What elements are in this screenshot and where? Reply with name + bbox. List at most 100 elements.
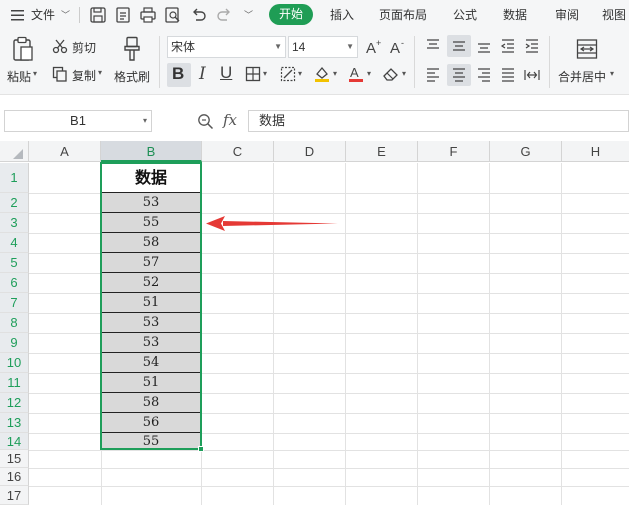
borders-icon[interactable] <box>245 66 261 82</box>
font-size-select[interactable]: 14 ▼ <box>288 36 358 58</box>
justify-icon[interactable] <box>500 67 516 83</box>
row-header-2[interactable]: 2 <box>0 193 29 213</box>
copy-dropdown-icon[interactable]: ▾ <box>98 68 102 77</box>
align-middle-icon[interactable] <box>451 38 467 54</box>
cell-b4[interactable]: 58 <box>101 233 201 253</box>
merge-center-button[interactable]: 合并居中 <box>558 68 606 85</box>
align-top-icon[interactable] <box>425 38 441 54</box>
print-icon[interactable] <box>139 6 157 24</box>
undo-icon[interactable] <box>190 6 208 24</box>
clear-format-icon[interactable] <box>382 66 400 82</box>
column-header-d[interactable]: D <box>274 141 346 162</box>
file-menu-chevron-icon[interactable]: ﹀ <box>61 0 70 30</box>
borders-dropdown-icon[interactable]: ▾ <box>263 69 267 78</box>
merge-center-icon[interactable] <box>576 38 598 60</box>
italic-icon[interactable]: I <box>199 64 206 84</box>
save-icon[interactable] <box>89 6 107 24</box>
cell-b12[interactable]: 58 <box>101 393 201 413</box>
increase-font-size-icon[interactable]: A + <box>365 38 383 56</box>
row-header-14[interactable]: 14 <box>0 433 29 450</box>
cell-b8[interactable]: 53 <box>101 313 201 333</box>
bold-icon[interactable]: B <box>172 64 184 84</box>
decrease-font-size-icon[interactable]: A - <box>389 38 407 56</box>
copy-button[interactable]: 复制 <box>72 67 96 84</box>
export-pdf-icon[interactable] <box>114 6 132 24</box>
row-header-15[interactable]: 15 <box>0 450 29 468</box>
row-header-7[interactable]: 7 <box>0 293 29 313</box>
row-header-5[interactable]: 5 <box>0 253 29 273</box>
row-header-6[interactable]: 6 <box>0 273 29 293</box>
row-header-11[interactable]: 11 <box>0 373 29 393</box>
cell-b5[interactable]: 57 <box>101 253 201 273</box>
cell-b9[interactable]: 53 <box>101 333 201 353</box>
cell-b10[interactable]: 54 <box>101 353 201 373</box>
cell-b2[interactable]: 53 <box>101 193 201 213</box>
paste-button[interactable]: 粘贴 <box>7 68 31 85</box>
tab-page-layout[interactable]: 页面布局 <box>379 0 427 30</box>
column-header-f[interactable]: F <box>418 141 490 162</box>
merge-center-dropdown-icon[interactable]: ▾ <box>610 69 614 78</box>
tab-data[interactable]: 数据 <box>503 0 527 30</box>
fill-handle[interactable] <box>198 446 204 452</box>
fill-color-icon[interactable] <box>313 65 331 83</box>
font-name-select[interactable]: 宋体 ▼ <box>167 36 286 58</box>
fill-pattern-dropdown-icon[interactable]: ▾ <box>298 69 302 78</box>
underline-icon[interactable]: U <box>220 63 232 83</box>
column-header-g[interactable]: G <box>490 141 562 162</box>
distributed-align-icon[interactable] <box>524 67 540 83</box>
name-box[interactable]: B1 ▾ <box>4 110 152 132</box>
fill-pattern-icon[interactable] <box>280 66 296 82</box>
column-header-b[interactable]: B <box>101 141 202 162</box>
cut-button[interactable]: 剪切 <box>72 39 96 56</box>
tab-review[interactable]: 审阅 <box>555 0 579 30</box>
fill-color-dropdown-icon[interactable]: ▾ <box>333 69 337 78</box>
format-painter-button[interactable]: 格式刷 <box>114 68 150 85</box>
cell-b13[interactable]: 56 <box>101 413 201 433</box>
cell-b3[interactable]: 55 <box>101 213 201 233</box>
cell-b11[interactable]: 51 <box>101 373 201 393</box>
font-color-icon[interactable]: A <box>347 65 365 83</box>
row-header-8[interactable]: 8 <box>0 313 29 333</box>
row-header-1[interactable]: 1 <box>0 163 29 193</box>
align-left-icon[interactable] <box>425 67 441 83</box>
row-header-17[interactable]: 17 <box>0 486 29 505</box>
tab-view[interactable]: 视图 <box>602 0 626 30</box>
paste-dropdown-icon[interactable]: ▾ <box>33 69 37 78</box>
cell-b6[interactable]: 52 <box>101 273 201 293</box>
copy-icon[interactable] <box>52 66 68 82</box>
cell-b7[interactable]: 51 <box>101 293 201 313</box>
increase-indent-icon[interactable] <box>524 38 540 54</box>
tab-home[interactable]: 开始 <box>269 4 313 25</box>
align-center-icon[interactable] <box>451 67 467 83</box>
cell-b14[interactable]: 55 <box>101 433 201 450</box>
formula-input[interactable]: 数据 <box>248 110 629 132</box>
row-header-3[interactable]: 3 <box>0 213 29 233</box>
file-menu[interactable]: 文件 <box>31 0 55 30</box>
clear-format-dropdown-icon[interactable]: ▾ <box>402 69 406 78</box>
decrease-indent-icon[interactable] <box>500 38 516 54</box>
print-preview-icon[interactable] <box>164 6 182 24</box>
tab-insert[interactable]: 插入 <box>330 0 354 30</box>
font-size-dropdown-icon[interactable]: ▼ <box>346 37 354 57</box>
row-header-10[interactable]: 10 <box>0 353 29 373</box>
column-header-e[interactable]: E <box>346 141 418 162</box>
function-fx-icon[interactable]: fx <box>223 111 237 129</box>
row-header-9[interactable]: 9 <box>0 333 29 353</box>
row-header-13[interactable]: 13 <box>0 413 29 433</box>
column-header-c[interactable]: C <box>202 141 274 162</box>
row-header-12[interactable]: 12 <box>0 393 29 413</box>
paste-icon[interactable] <box>12 36 34 62</box>
name-box-dropdown-icon[interactable]: ▾ <box>143 111 147 131</box>
align-right-icon[interactable] <box>476 67 492 83</box>
font-color-dropdown-icon[interactable]: ▾ <box>367 69 371 78</box>
format-painter-icon[interactable] <box>122 36 142 62</box>
font-name-dropdown-icon[interactable]: ▼ <box>274 37 282 57</box>
row-header-4[interactable]: 4 <box>0 233 29 253</box>
scissors-icon[interactable] <box>52 38 68 54</box>
align-bottom-icon[interactable] <box>476 38 492 54</box>
quick-access-dropdown-icon[interactable]: ﹀ <box>244 0 253 30</box>
row-header-16[interactable]: 16 <box>0 468 29 486</box>
tab-formulas[interactable]: 公式 <box>453 0 477 30</box>
zoom-search-icon[interactable] <box>197 113 214 130</box>
redo-icon[interactable] <box>215 6 233 24</box>
